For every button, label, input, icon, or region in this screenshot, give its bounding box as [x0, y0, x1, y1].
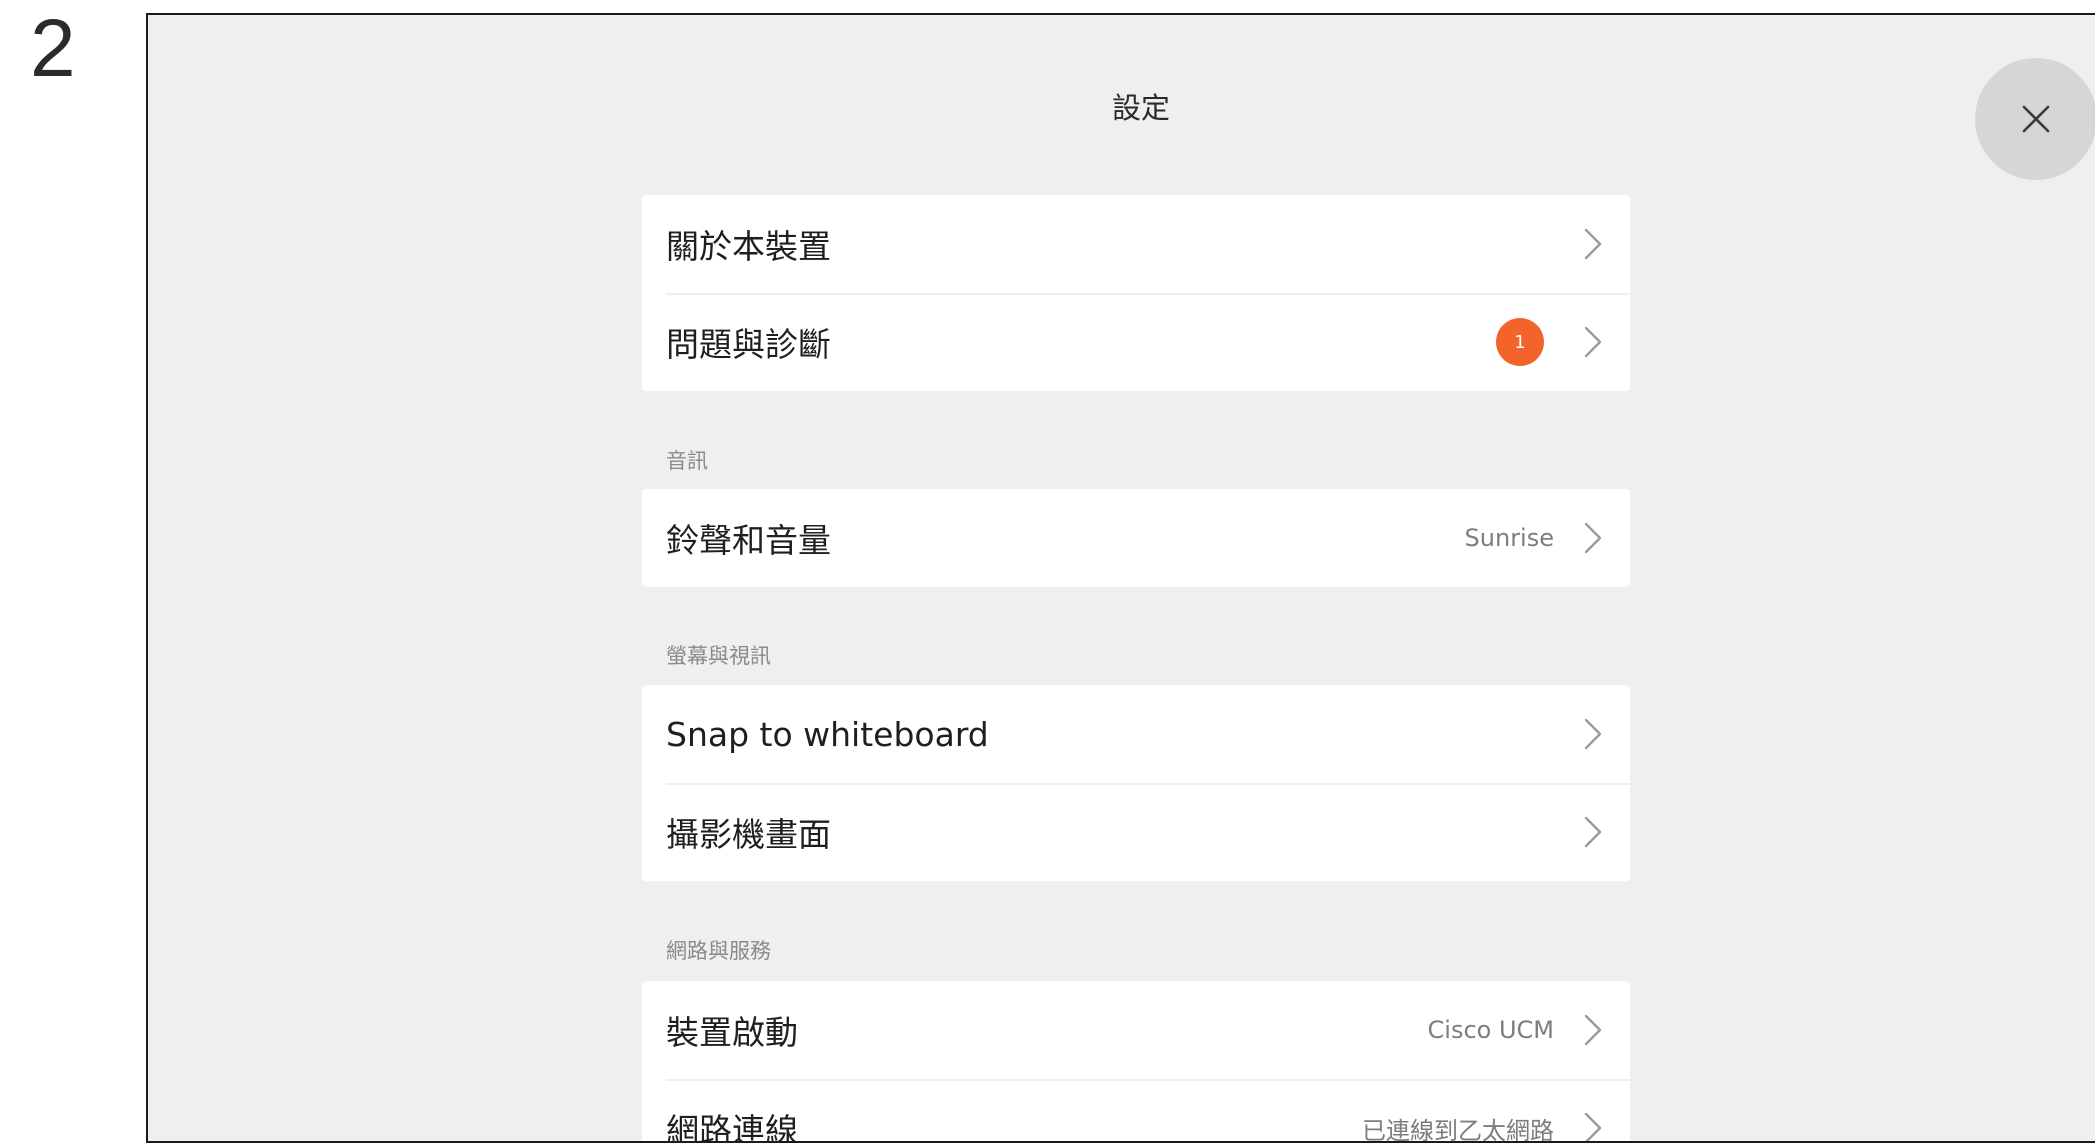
- chevron-right-icon: [1582, 1110, 1604, 1143]
- section-header-network-services: 網路與服務: [666, 935, 771, 965]
- chevron-right-icon: [1582, 814, 1604, 850]
- page-title: 設定: [148, 85, 2095, 127]
- settings-item-snap-to-whiteboard[interactable]: Snap to whiteboard: [642, 685, 1630, 783]
- chevron-right-icon: [1582, 716, 1604, 752]
- settings-item-about-device[interactable]: 關於本裝置: [642, 195, 1630, 293]
- settings-item-label: 攝影機畫面: [666, 808, 1582, 856]
- close-icon: [2021, 104, 2051, 134]
- settings-group-network-services: 裝置啟動 Cisco UCM 網路連線 已連線到乙太網路: [642, 981, 1630, 1143]
- settings-group-audio: 鈴聲和音量 Sunrise: [642, 489, 1630, 587]
- settings-item-network-connection[interactable]: 網路連線 已連線到乙太網路: [642, 1079, 1630, 1143]
- settings-item-label: 問題與診斷: [666, 318, 1496, 366]
- section-header-display-video: 螢幕與視訊: [666, 640, 771, 670]
- settings-item-label: 網路連線: [666, 1104, 1362, 1143]
- settings-item-label: Snap to whiteboard: [666, 715, 1582, 754]
- settings-item-value: 已連線到乙太網路: [1362, 1111, 1554, 1143]
- settings-item-ringtone-volume[interactable]: 鈴聲和音量 Sunrise: [642, 489, 1630, 587]
- settings-group-device: 關於本裝置 問題與診斷 1: [642, 195, 1630, 391]
- settings-item-value: Cisco UCM: [1428, 1016, 1554, 1044]
- settings-item-value: Sunrise: [1465, 524, 1554, 552]
- settings-item-label: 鈴聲和音量: [666, 514, 1465, 562]
- close-button[interactable]: [1975, 58, 2095, 180]
- chevron-right-icon: [1582, 1012, 1604, 1048]
- chevron-right-icon: [1582, 324, 1604, 360]
- settings-item-label: 裝置啟動: [666, 1006, 1428, 1054]
- settings-item-issues-diagnostics[interactable]: 問題與診斷 1: [642, 293, 1630, 391]
- settings-screen: 設定 關於本裝置 問題與診斷 1 音訊 鈴聲和音量 Sunrise 螢幕與視訊 …: [146, 13, 2095, 1143]
- notification-badge: 1: [1496, 318, 1544, 366]
- settings-item-camera-view[interactable]: 攝影機畫面: [642, 783, 1630, 881]
- settings-group-display-video: Snap to whiteboard 攝影機畫面: [642, 685, 1630, 881]
- chevron-right-icon: [1582, 226, 1604, 262]
- section-header-audio: 音訊: [666, 445, 708, 475]
- step-number: 2: [30, 8, 76, 90]
- chevron-right-icon: [1582, 520, 1604, 556]
- settings-item-device-activation[interactable]: 裝置啟動 Cisco UCM: [642, 981, 1630, 1079]
- settings-item-label: 關於本裝置: [666, 220, 1582, 268]
